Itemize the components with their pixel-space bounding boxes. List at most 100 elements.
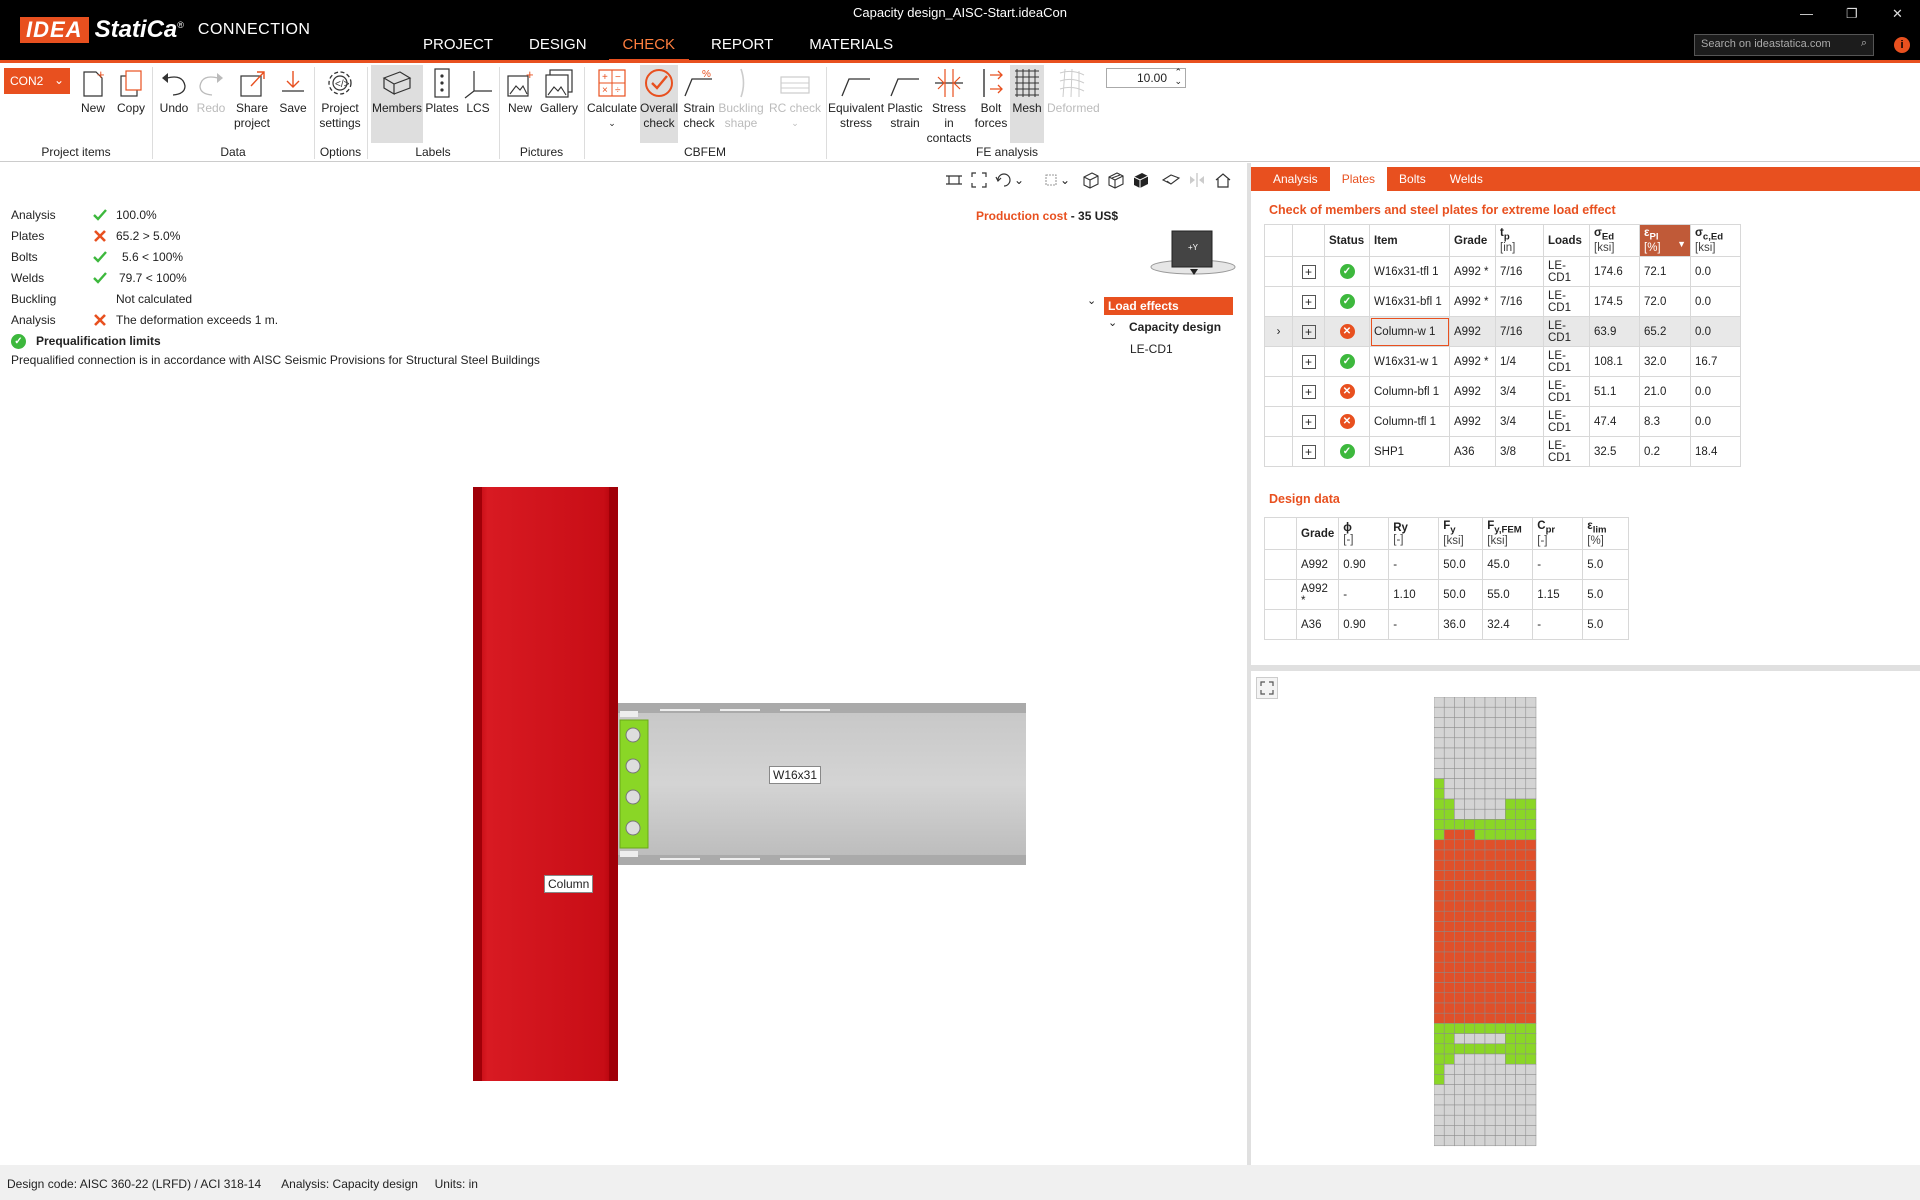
status-ok-icon: ✓ [1339,354,1355,370]
table-row[interactable]: A992 0.90-50.0 45.0-5.0 [1264,549,1630,581]
mesh-element [1434,778,1445,790]
col-item[interactable]: Item [1369,223,1450,258]
row-selector[interactable] [1264,376,1293,408]
new-button[interactable]: + New [76,65,110,116]
copy-button[interactable]: Copy [114,65,148,116]
mesh-element [1454,972,1465,983]
expand-row-icon[interactable]: + [1301,354,1316,369]
close-icon[interactable]: ✕ [1892,6,1903,22]
row-selector[interactable] [1264,406,1293,438]
col-cpr[interactable]: Cpr [-] [1532,516,1584,551]
table-row[interactable]: + ✓ W16x31-bfl 1 A992 * 7/16 LE-CD1 174.5 72.0 0… [1264,286,1741,318]
cell-tp: 3/8 [1495,436,1544,468]
col-status[interactable]: Status [1324,223,1370,258]
connection-model[interactable] [0,163,1247,1165]
col-sigma-c-ed[interactable]: σc,Ed [ksi] [1690,223,1741,258]
table-row[interactable]: + ✓ W16x31-w 1 A992 * 1/4 LE-CD1 108.1 32.0 16.7 [1264,346,1741,378]
picture-new-button[interactable]: + New [503,65,537,116]
sort-desc-icon[interactable]: ▼ [1677,239,1686,249]
row-selector[interactable] [1264,256,1293,288]
mesh-element [1443,737,1455,749]
search-input[interactable]: Search on ideastatica.com ⌕ [1694,34,1874,56]
stress-in-contacts-button[interactable]: Stress in contacts [926,65,972,146]
3d-viewport[interactable]: ⌄ ⌄ Analysis 100.0% Plates 65.2 > 5.0% B… [0,163,1247,1165]
plate-strain-mesh[interactable] [1434,697,1540,1147]
deformation-scale-input[interactable]: 10.00 ⌃ ⌄ [1106,68,1186,88]
share-project-button[interactable]: Share project [231,65,273,131]
tab-plates[interactable]: Plates [1329,167,1388,191]
col-eps-lim[interactable]: εlim [%] [1582,516,1630,551]
table-row[interactable]: A992 * -1.10 50.0 55.0 1.15 5.0 [1264,579,1630,611]
menu-report[interactable]: REPORT [693,34,791,60]
plastic-strain-button[interactable]: Plastic strain [885,65,925,131]
calculate-button[interactable]: + − × ÷ Calculate ⌄ [587,65,637,131]
table-row[interactable]: + ✕ Column-bfl 1 A992 3/4 LE-CD1 51.1 21.0 0.0 [1264,376,1741,408]
mesh-button[interactable]: Mesh [1010,65,1044,143]
menu-design[interactable]: DESIGN [511,34,605,60]
deformed-button[interactable]: Deformed [1047,65,1100,116]
col-sigma-ed[interactable]: σEd [ksi] [1589,223,1640,258]
labels-members-button[interactable]: Members [371,65,423,143]
row-selector[interactable]: › [1264,316,1293,348]
menu-materials[interactable]: MATERIALS [791,34,911,60]
redo-button[interactable]: Redo [193,65,229,116]
labels-lcs-button[interactable]: LCS [461,65,495,116]
spinner-icon[interactable]: ⌃ ⌄ [1174,68,1182,86]
beam-member[interactable] [618,703,1026,865]
col-grade[interactable]: Grade [1295,516,1340,551]
expand-row-icon[interactable]: + [1301,264,1316,279]
strain-check-button[interactable]: % Strain check [680,65,718,131]
maximize-preview-icon[interactable] [1256,677,1278,699]
col-fy[interactable]: Fy [ksi] [1438,516,1484,551]
buckling-shape-button[interactable]: Buckling shape [718,65,764,131]
table-row[interactable]: › + ✕ Column-w 1 A992 7/16 LE-CD1 63.9 65.2 0.0 [1264,316,1741,348]
col-ry[interactable]: Ry [-] [1388,516,1440,551]
save-button[interactable]: Save [276,65,310,116]
expand-row-icon[interactable]: + [1301,444,1316,459]
menu-project[interactable]: PROJECT [405,34,511,60]
bolt-forces-button[interactable]: Bolt forces [974,65,1008,131]
rc-check-button[interactable]: RC check ⌄ [767,65,823,131]
vertical-splitter[interactable] [1251,665,1920,671]
gallery-button[interactable]: Gallery [539,65,579,116]
row-selector[interactable] [1264,436,1293,468]
row-selector[interactable] [1264,286,1293,318]
expand-row-icon[interactable]: + [1301,414,1316,429]
labels-plates-button[interactable]: Plates [425,65,459,116]
mesh-element [1515,951,1527,963]
group-cbfem: CBFEM [684,145,726,159]
expand-row-icon[interactable]: + [1301,294,1316,309]
expand-row-icon[interactable]: + [1301,384,1316,399]
expand-row-icon[interactable]: + [1301,324,1316,339]
table-row[interactable]: + ✕ Column-tfl 1 A992 3/4 LE-CD1 47.4 8.3 0.0 [1264,406,1741,438]
mesh-element [1434,788,1445,800]
equivalent-stress-button[interactable]: Equivalent stress [828,65,884,131]
tab-analysis[interactable]: Analysis [1261,167,1330,191]
col-eps-pl[interactable]: εPl [%] ▼ [1639,223,1691,258]
minimize-icon[interactable]: — [1800,6,1813,21]
tab-welds[interactable]: Welds [1437,167,1495,191]
project-settings-button[interactable]: </> Project settings [318,65,362,131]
restore-icon[interactable]: ❐ [1846,6,1858,22]
mesh-element [1525,1023,1537,1034]
menu-check[interactable]: CHECK [605,34,694,62]
row-selector[interactable] [1264,346,1293,378]
table-row[interactable]: + ✓ W16x31-tfl 1 A992 * 7/16 LE-CD1 174.6 72.1 0… [1264,256,1741,288]
lcs-label: LCS [466,101,490,115]
mesh-element [1464,1043,1476,1055]
overall-check-button[interactable]: Overall check [640,65,678,143]
col-phi[interactable]: ϕ [-] [1338,516,1390,551]
tab-bolts[interactable]: Bolts [1387,167,1438,191]
col-loads[interactable]: Loads [1543,223,1590,258]
table-row[interactable]: A36 0.90-36.0 32.4-5.0 [1264,609,1630,641]
table-row[interactable]: + ✓ SHP1 A36 3/8 LE-CD1 32.5 0.2 18.4 [1264,436,1741,468]
undo-button[interactable]: Undo [157,65,191,116]
info-icon[interactable]: i [1894,37,1910,53]
col-grade[interactable]: Grade [1449,223,1496,258]
connection-selector[interactable]: CON2 ⌄ [4,68,70,94]
search-icon[interactable]: ⌕ [1861,37,1867,50]
col-fy-fem[interactable]: Fy,FEM [ksi] [1482,516,1534,551]
column-member[interactable] [473,487,618,1081]
shear-plate[interactable] [619,711,649,857]
col-tp[interactable]: tp [in] [1495,223,1544,258]
